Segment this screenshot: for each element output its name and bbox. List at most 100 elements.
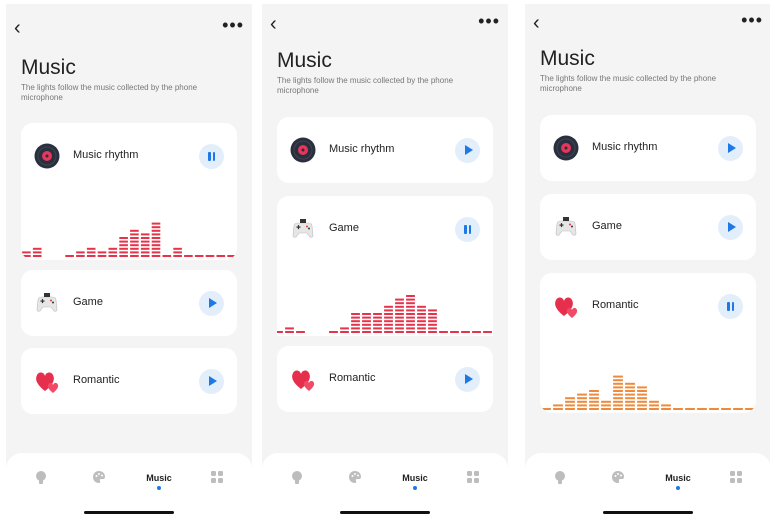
music-visualizer [540,339,756,413]
visualizer-bar-segment [173,251,182,254]
visualizer-bar-segment [601,400,611,403]
visualizer-bar-segment [613,393,623,396]
visualizer-bar-segment [428,331,437,333]
visualizer-bar-segment [140,244,150,247]
visualizer-bar-segment [216,255,226,257]
visualizer-bar-segment [65,255,74,257]
mode-card-music-rhythm[interactable]: Music rhythm [21,123,237,260]
vinyl-record-icon [34,143,60,169]
play-button[interactable] [718,215,743,240]
visualizer-bar-segment [577,400,587,403]
visualizer-bar-segment [362,320,371,323]
visualizer-bar-segment [151,240,161,243]
visualizer-bar-segment [130,255,139,257]
nav-item-more[interactable] [716,453,756,501]
visualizer-bar-segment [119,237,128,239]
visualizer-bar-segment [428,316,437,319]
visualizer-bar-segment [661,404,671,407]
visualizer-bar-segment [428,313,437,315]
visualizer-svg [541,375,755,410]
visualizer-bar-segment [151,255,161,257]
visualizer-bar-segment [351,331,360,333]
mode-card-game[interactable]: Game [21,270,237,336]
visualizer-bar-segment [601,404,611,407]
more-options-icon[interactable]: ••• [478,12,500,30]
visualizer-bar-segment [637,390,647,392]
visualizer-bar-segment [384,305,393,308]
visualizer-bar-segment [589,397,599,400]
mode-card-romantic[interactable]: Romantic [21,348,237,414]
nav-item-more[interactable] [197,453,237,501]
pause-button[interactable] [199,144,224,169]
nav-item-lights[interactable] [540,453,580,501]
visualizer-bar-segment [140,255,150,257]
visualizer-bar-segment [625,408,635,410]
visualizer-bar-segment [384,316,393,319]
mode-label: Romantic [592,299,639,311]
visualizer-bar-segment [151,237,161,239]
visualizer-bar-segment [589,408,599,410]
back-arrow-icon[interactable]: ‹ [533,13,540,33]
more-options-icon[interactable]: ••• [741,11,763,29]
mode-card-music-rhythm[interactable]: Music rhythm [277,117,493,183]
nav-item-scenes[interactable] [335,453,375,501]
nav-item-scenes[interactable] [598,453,638,501]
nav-item-scenes[interactable] [79,453,119,501]
hearts-icon [36,372,59,393]
bulb-icon [555,471,565,484]
visualizer-bar-segment [362,327,371,330]
visualizer-bar-segment [649,404,659,407]
visualizer-bar-segment [130,247,139,250]
play-button[interactable] [455,138,480,163]
nav-label-music: Music [402,473,428,483]
visualizer-bar-segment [22,251,31,254]
visualizer-bar-segment [565,400,575,403]
visualizer-bar-segment [577,397,587,400]
page-title: Music [540,47,595,70]
mode-card-romantic[interactable]: Romantic [277,346,493,412]
mode-card-game[interactable]: Game [277,196,493,336]
mode-card-romantic[interactable]: Romantic [540,273,756,413]
visualizer-bar-segment [119,244,128,247]
mode-card-music-rhythm[interactable]: Music rhythm [540,115,756,181]
nav-item-more[interactable] [453,453,493,501]
visualizer-bar-segment [637,408,647,410]
visualizer-bar-segment [417,327,426,330]
visualizer-bar-segment [601,408,611,410]
nav-item-lights[interactable] [21,453,61,501]
back-arrow-icon[interactable]: ‹ [270,14,277,34]
visualizer-bar-segment [625,404,635,407]
play-button[interactable] [455,367,480,392]
visualizer-bar-segment [625,382,635,385]
nav-item-music[interactable]: Music [139,453,179,501]
nav-item-music[interactable]: Music [658,453,698,501]
visualizer-bar-segment [406,302,415,305]
play-button[interactable] [199,369,224,394]
visualizer-bar-segment [406,313,415,315]
visualizer-bar-segment [439,331,448,333]
play-button[interactable] [199,291,224,316]
mode-card-game[interactable]: Game [540,194,756,260]
visualizer-bar-segment [140,247,150,250]
visualizer-bar-segment [417,305,426,308]
pause-button[interactable] [455,217,480,242]
back-arrow-icon[interactable]: ‹ [14,18,21,38]
mode-label: Music rhythm [73,149,139,161]
nav-item-music[interactable]: Music [395,453,435,501]
visualizer-bar-segment [130,233,139,236]
visualizer-bar-segment [97,255,107,257]
visualizer-bar-segment [162,255,172,257]
visualizer-bar-segment [373,320,382,323]
pause-button[interactable] [718,294,743,319]
visualizer-bar-segment [406,305,415,308]
visualizer-bar-segment [450,331,459,333]
play-button[interactable] [718,136,743,161]
gamepad-icon [292,219,314,238]
visualizer-bar-segment [395,316,404,319]
visualizer-bar-segment [461,331,470,333]
nav-item-lights[interactable] [277,453,317,501]
visualizer-bar-segment [565,397,575,400]
more-options-icon[interactable]: ••• [222,16,244,34]
visualizer-bar-segment [661,408,671,410]
visualizer-bar-segment [625,393,635,396]
